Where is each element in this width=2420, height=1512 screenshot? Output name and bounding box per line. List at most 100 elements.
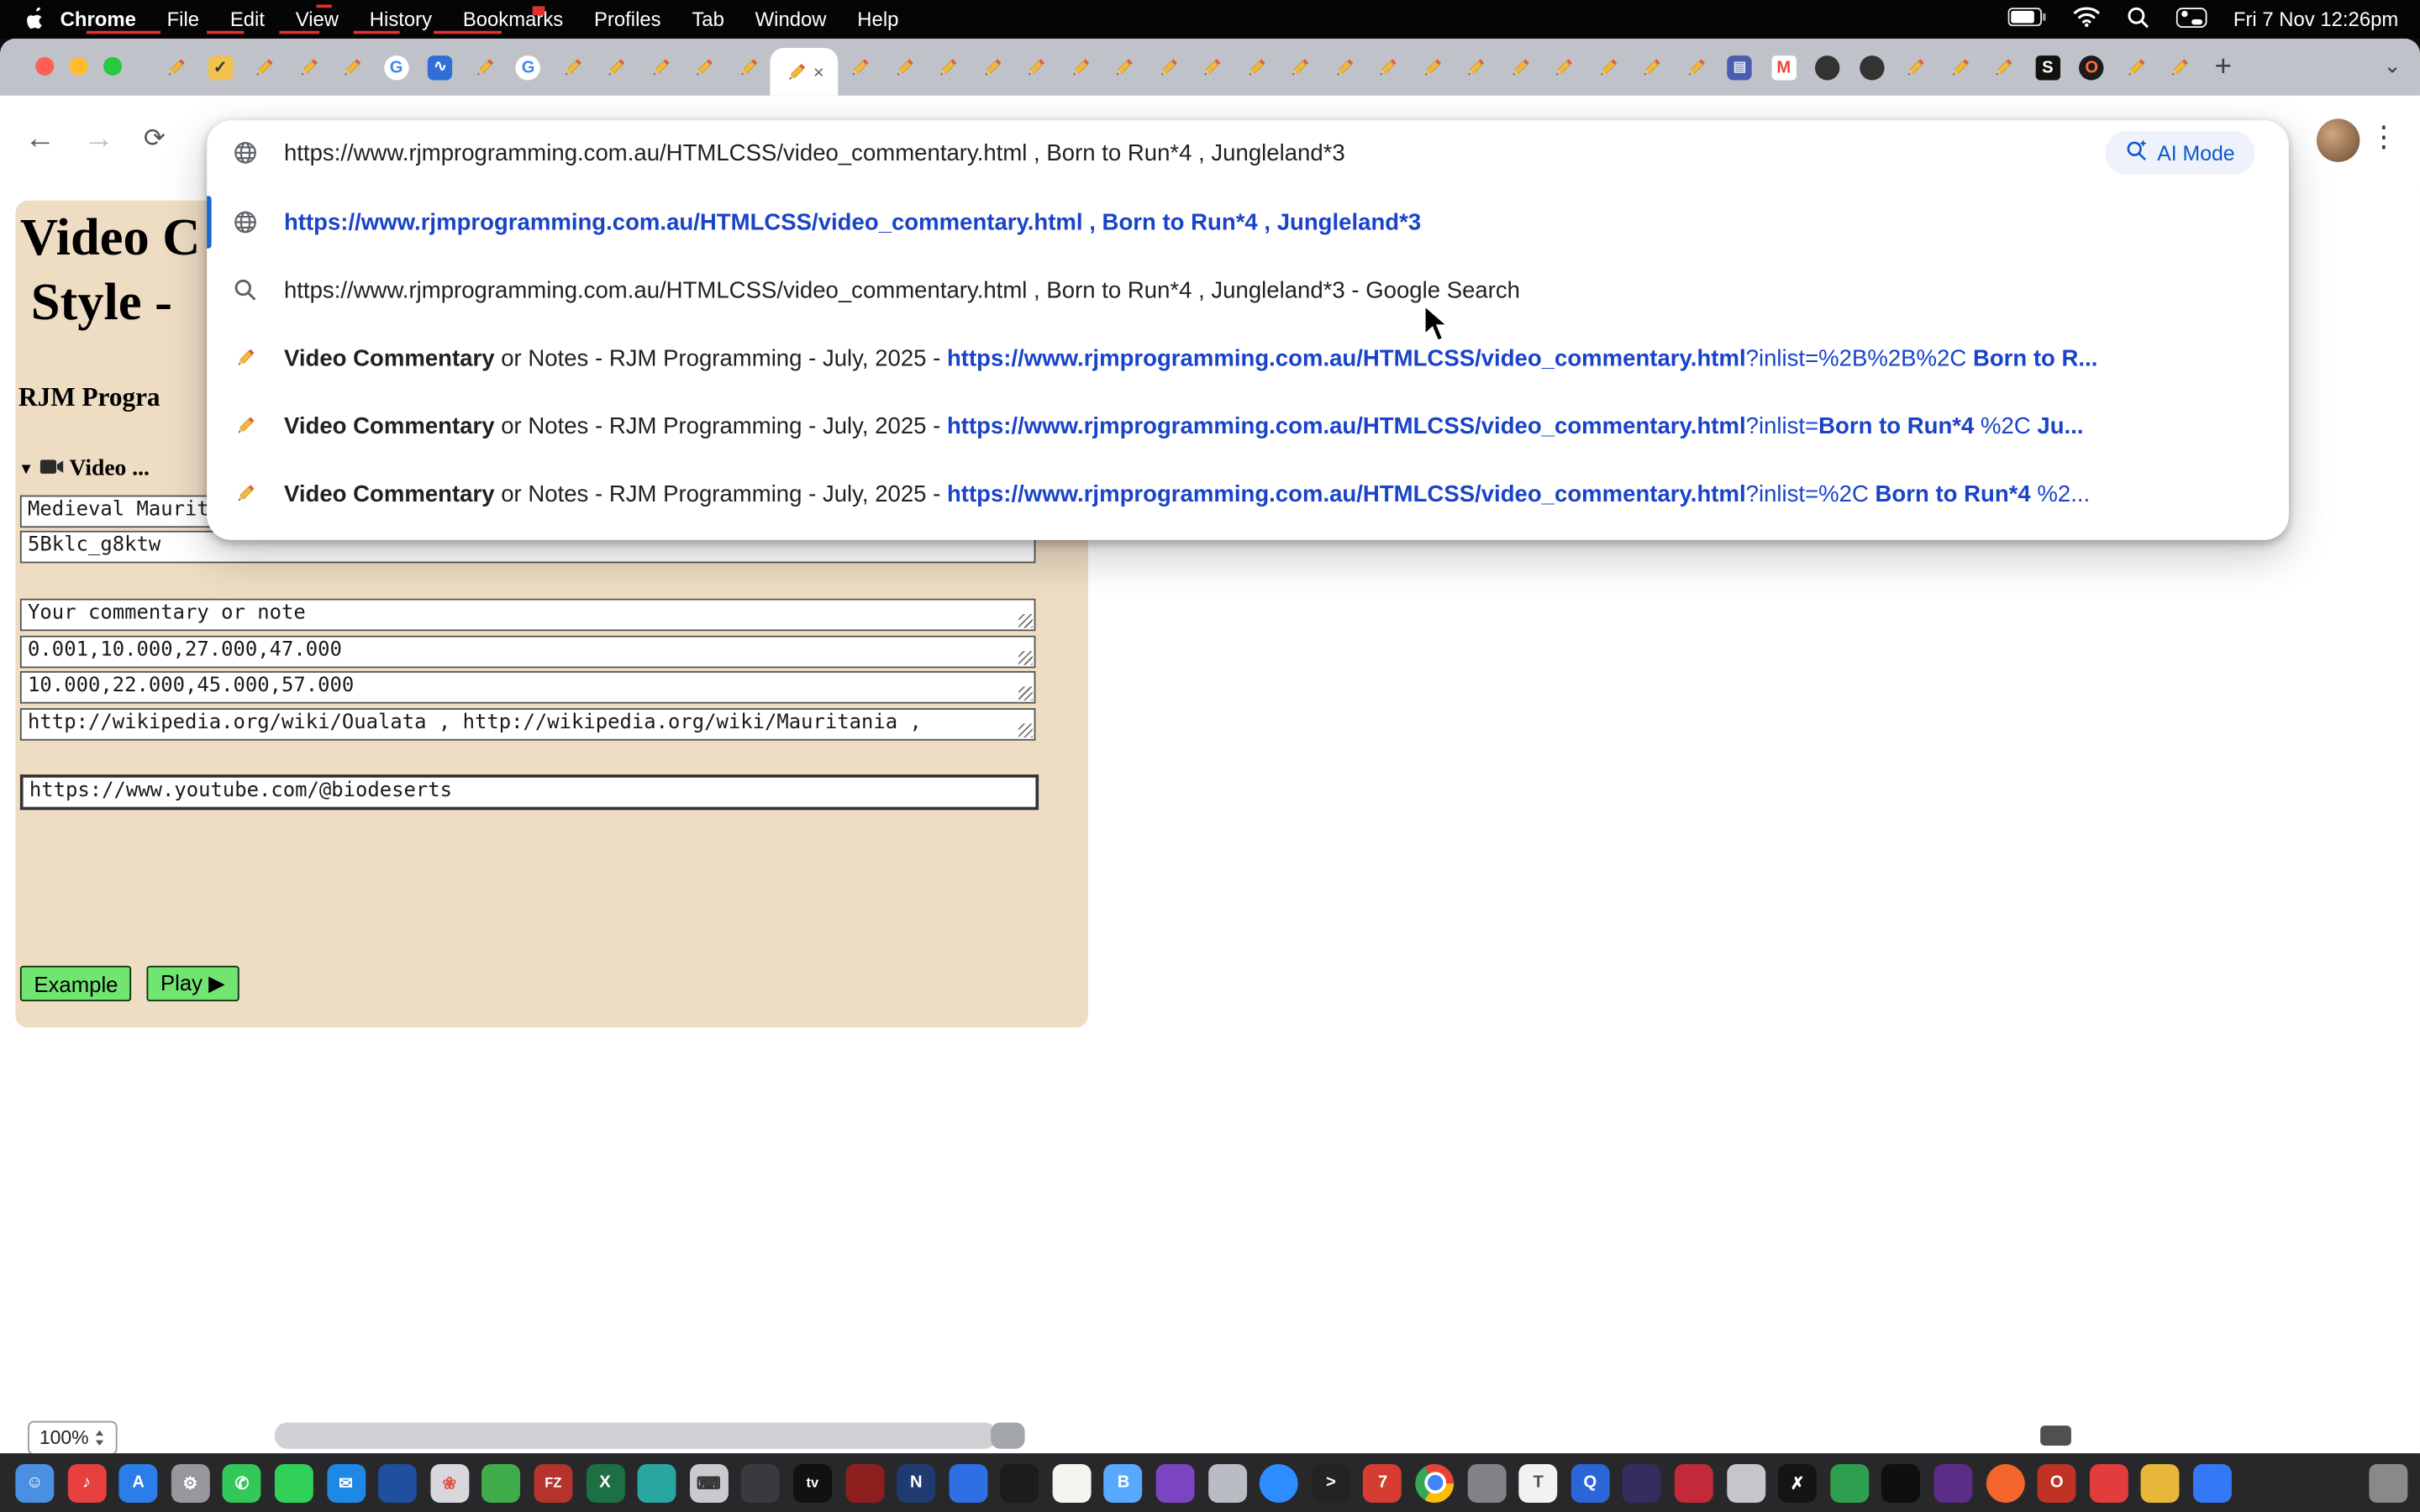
control-center-icon[interactable] — [2176, 7, 2207, 31]
browser-tab[interactable] — [1454, 39, 1497, 96]
dock-icon-excel[interactable]: X — [586, 1463, 624, 1502]
forward-button[interactable]: → — [83, 118, 114, 160]
dock-icon-purple-app-2[interactable] — [1933, 1463, 1972, 1502]
menu-tab[interactable]: Tab — [676, 8, 739, 31]
example-button[interactable]: Example — [20, 966, 132, 1001]
battery-icon[interactable] — [2008, 8, 2047, 31]
spotlight-icon[interactable] — [2127, 5, 2150, 33]
browser-tab[interactable] — [1674, 39, 1718, 96]
dock-icon-red-app[interactable] — [845, 1463, 884, 1502]
browser-tab[interactable] — [726, 39, 770, 96]
browser-tab[interactable] — [330, 39, 374, 96]
active-tab[interactable]: × — [771, 48, 839, 96]
browser-tab[interactable] — [1146, 39, 1190, 96]
horizontal-scrollbar-thumb[interactable] — [275, 1422, 997, 1448]
new-tab-button[interactable]: + — [2202, 50, 2244, 84]
dock-icon-app-store[interactable]: A — [119, 1463, 158, 1502]
browser-tab[interactable] — [1542, 39, 1586, 96]
play-button[interactable]: Play ▶ — [146, 966, 239, 1001]
browser-tab[interactable] — [1938, 39, 1981, 96]
dock-icon-blue-q-app[interactable]: Q — [1570, 1463, 1609, 1502]
browser-tab[interactable]: O — [2070, 39, 2113, 96]
menu-help[interactable]: Help — [842, 8, 914, 31]
browser-tab[interactable]: G — [374, 39, 418, 96]
video-details-toggle[interactable]: ▼ Video ... — [18, 457, 150, 483]
tab-overflow-chevron-icon[interactable]: ⌄ — [2383, 52, 2402, 78]
dock-icon-finder[interactable]: ☺ — [15, 1463, 54, 1502]
dock-icon-safari[interactable] — [378, 1463, 417, 1502]
dock-icon-apple-tv[interactable]: tv — [793, 1463, 832, 1502]
browser-tab[interactable] — [926, 39, 970, 96]
browser-tab[interactable] — [1366, 39, 1410, 96]
browser-tab[interactable] — [1806, 39, 1849, 96]
dock-icon-trash[interactable] — [2369, 1463, 2407, 1502]
omnibox-suggestion[interactable]: Video Commentary or Notes - RJM Programm… — [207, 392, 2289, 460]
dock-icon-silver-app[interactable] — [1727, 1463, 1765, 1502]
dock-icon-gold-app[interactable] — [2141, 1463, 2180, 1502]
tab-close-icon[interactable]: × — [813, 62, 824, 81]
browser-tab[interactable] — [1630, 39, 1674, 96]
dock-icon-photos[interactable]: ❀ — [430, 1463, 469, 1502]
profile-avatar[interactable] — [2317, 118, 2360, 161]
dock-icon-notes[interactable] — [1052, 1463, 1091, 1502]
browser-tab[interactable] — [1849, 39, 1893, 96]
menu-profiles[interactable]: Profiles — [579, 8, 676, 31]
window-minimize-button[interactable] — [70, 57, 88, 76]
dock-icon-dark-app[interactable] — [741, 1463, 780, 1502]
dock-icon-textedit[interactable]: T — [1519, 1463, 1558, 1502]
dock-icon-messages[interactable] — [275, 1463, 313, 1502]
dock-icon-teal-app[interactable] — [638, 1463, 676, 1502]
menu-bar-clock[interactable]: Fri 7 Nov 12:26pm — [2233, 8, 2398, 31]
dock-icon-red-app-2[interactable] — [2089, 1463, 2128, 1502]
dock-icon-navy-app[interactable]: N — [897, 1463, 935, 1502]
browser-tab[interactable] — [1058, 39, 1102, 96]
dock-icon-black-app[interactable] — [1001, 1463, 1039, 1502]
browser-tab[interactable] — [1190, 39, 1234, 96]
dock-icon-red-o-app[interactable]: O — [2038, 1463, 2076, 1502]
dock-icon-black-x-app[interactable]: ✗ — [1778, 1463, 1817, 1502]
dock-icon-chrome[interactable] — [1415, 1463, 1454, 1502]
menu-window[interactable]: Window — [739, 8, 842, 31]
browser-tab[interactable] — [970, 39, 1013, 96]
browser-tab[interactable] — [1894, 39, 1938, 96]
omnibox-suggestion[interactable]: Video Commentary or Notes - RJM Programm… — [207, 324, 2289, 392]
browser-tab[interactable]: ▤ — [1718, 39, 1761, 96]
dock-icon-terminal[interactable]: > — [1312, 1463, 1350, 1502]
dock-icon-blue-app[interactable] — [949, 1463, 987, 1502]
scrollbar-right-segment[interactable] — [2040, 1425, 2071, 1446]
dock-icon-seven-zip[interactable]: 7 — [1364, 1463, 1402, 1502]
omnibox-suggestion[interactable]: https://www.rjmprogramming.com.au/HTMLCS… — [207, 188, 2289, 256]
start-times-field[interactable]: 0.001,10.000,27.000,47.000 — [20, 636, 1036, 669]
dock-icon-system-settings[interactable]: ⚙ — [171, 1463, 209, 1502]
dock-icon-crimson-app[interactable] — [1675, 1463, 1713, 1502]
browser-tab[interactable] — [1586, 39, 1629, 96]
ai-mode-button[interactable]: AI Mode — [2105, 131, 2255, 174]
menu-edit[interactable]: Edit — [214, 8, 280, 31]
links-field[interactable]: http://wikipedia.org/wiki/Oualata , http… — [20, 708, 1036, 741]
dock-icon-purple-app[interactable] — [1156, 1463, 1195, 1502]
dock-icon-music[interactable]: ♪ — [67, 1463, 106, 1502]
dock-icon-blue-app-2[interactable] — [2193, 1463, 2232, 1502]
browser-tab[interactable] — [2113, 39, 2157, 96]
dock-icon-gray-app[interactable] — [1208, 1463, 1247, 1502]
browser-tab[interactable] — [1102, 39, 1145, 96]
commentary-textarea[interactable]: Your commentary or note — [20, 599, 1036, 632]
browser-tab[interactable] — [1410, 39, 1454, 96]
omnibox-suggestion[interactable]: https://www.rjmprogramming.com.au/HTMLCS… — [207, 256, 2289, 324]
dock-icon-mail[interactable]: ✉ — [327, 1463, 366, 1502]
wifi-icon[interactable] — [2073, 6, 2101, 32]
browser-tab[interactable]: G — [506, 39, 550, 96]
channel-url-field[interactable]: https://www.youtube.com/@biodeserts — [20, 774, 1039, 810]
back-button[interactable]: ← — [24, 118, 55, 160]
dock-icon-dark-purple-app[interactable] — [1623, 1463, 1661, 1502]
reload-button[interactable]: ⟳ — [144, 118, 166, 160]
browser-tab[interactable] — [1234, 39, 1277, 96]
browser-menu-button[interactable]: ⋮ — [2369, 120, 2398, 155]
scrollbar-segment[interactable] — [991, 1422, 1024, 1448]
end-times-field[interactable]: 10.000,22.000,45.000,57.000 — [20, 671, 1036, 704]
browser-tab[interactable] — [1981, 39, 2025, 96]
browser-tab[interactable] — [550, 39, 594, 96]
window-maximize-button[interactable] — [103, 57, 122, 76]
dock-icon-gray-app-2[interactable] — [1467, 1463, 1506, 1502]
browser-tab[interactable] — [1322, 39, 1365, 96]
